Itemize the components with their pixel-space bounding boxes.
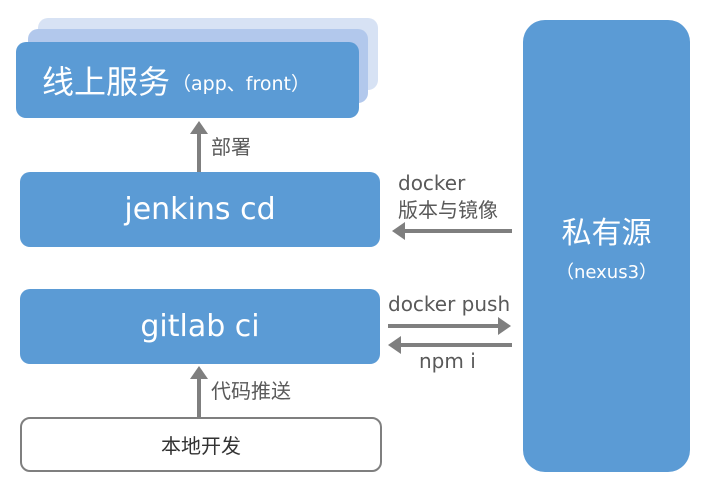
npm-i-arrow-head [388,336,401,354]
deploy-arrow-head [190,121,208,134]
docker-version-label-line1: docker [398,171,466,195]
arrows-layer [190,121,512,417]
docker-version-label-line2: 版本与镜像 [398,198,498,222]
code-push-label: 代码推送 [211,379,291,403]
npm-i-label: npm i [419,349,476,373]
docker-version-arrow-head [392,222,405,240]
deploy-label: 部署 [211,135,251,159]
code-push-arrow-head [190,366,208,379]
docker-push-label: docker push [388,292,511,316]
docker-push-arrow-head [498,317,511,335]
